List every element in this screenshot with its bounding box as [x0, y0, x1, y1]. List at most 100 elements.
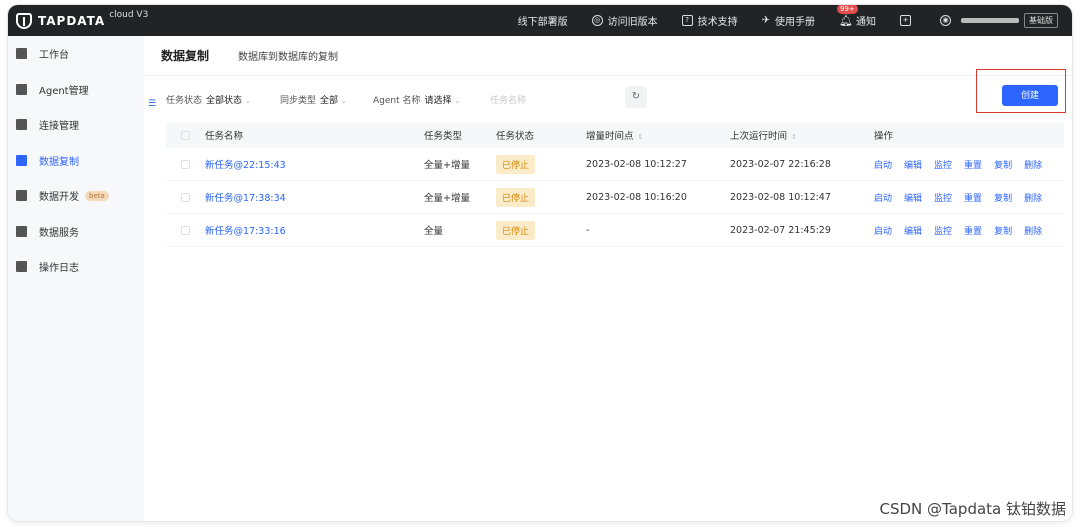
table-header: 任务名称 任务类型 任务状态 增量时间点 ⇕ 上次运行时间 ⇕ 操作 [166, 122, 1064, 148]
row-checkbox-cell [166, 192, 205, 202]
notification-button[interactable]: 🔔︎ 99+ 通知 [837, 5, 876, 28]
task-name-search-input[interactable]: 任务名称 [490, 93, 590, 106]
help-icon: ? [681, 15, 693, 26]
status-badge: 已停止 [496, 154, 536, 174]
edit-button[interactable]: 编辑 [904, 158, 922, 171]
zoom-button[interactable]: + [900, 15, 916, 26]
replication-icon [16, 154, 27, 166]
task-table: 任务名称 任务类型 任务状态 增量时间点 ⇕ 上次运行时间 ⇕ 操作 新任务@22:… [166, 122, 1064, 247]
refresh-icon[interactable]: ↻ [625, 86, 647, 108]
manual-label: 使用手册 [775, 17, 816, 28]
last-run-time: 2023-02-08 10:12:47 [730, 191, 831, 203]
header-last-run[interactable]: 上次运行时间 ⇕ [730, 128, 874, 142]
task-name-link[interactable]: 新任务@22:15:43 [205, 157, 424, 171]
support-link[interactable]: ? 技术支持 [681, 13, 738, 28]
sidebar-item-logs[interactable]: 操作日志 [8, 249, 144, 285]
monitor-button[interactable]: 监控 [934, 158, 952, 171]
delete-button[interactable]: 删除 [1024, 191, 1042, 204]
header-checkbox-cell [166, 130, 205, 140]
task-type: 全量+增量 [424, 160, 470, 171]
row-actions: 启动 编辑 监控 重置 复制 删除 [874, 158, 1064, 171]
row-checkbox[interactable] [181, 192, 190, 202]
header-status: 任务状态 [496, 131, 535, 142]
header-name: 任务名称 [205, 131, 244, 142]
user-menu[interactable]: ◉ 基础版 [940, 13, 1058, 28]
reset-button[interactable]: 重置 [964, 191, 982, 204]
reset-button[interactable]: 重置 [964, 158, 982, 171]
header-incremental[interactable]: 增量时间点 ⇕ [586, 128, 730, 142]
logo-sub: cloud V3 [109, 9, 149, 20]
copy-button[interactable]: 复制 [994, 191, 1012, 204]
header-incremental-label: 增量时间点 [586, 131, 634, 142]
row-checkbox[interactable] [181, 159, 190, 169]
edit-button[interactable]: 编辑 [904, 191, 922, 204]
agent-filter-label: Agent 名称 [373, 96, 421, 106]
offline-deploy-label: 线下部署版 [517, 17, 568, 28]
collapse-icon[interactable]: ☰ [148, 99, 156, 109]
logo-text: TAPDATA [38, 13, 106, 28]
create-button[interactable]: 创建 [1002, 85, 1058, 106]
user-icon: ◉ [940, 15, 951, 26]
connection-icon [16, 119, 27, 131]
tapdata-logo-icon [16, 12, 32, 29]
page-subtitle: 数据库到数据库的复制 [238, 52, 339, 63]
sidebar-item-replication[interactable]: 数据复制 [8, 143, 144, 179]
edit-button[interactable]: 编辑 [904, 224, 922, 237]
last-run-time: 2023-02-07 22:16:28 [730, 158, 831, 170]
manual-link[interactable]: ✈ 使用手册 [762, 13, 815, 28]
filter-bar: ☰ 任务状态 全部状态 ⌄ 同步类型 全部 ⌄ Agent 名称 请选择 ⌄ 任务名称 ↻ [144, 76, 1072, 122]
beta-badge: beta [85, 190, 109, 201]
incremental-time: 2023-02-08 10:12:27 [586, 158, 687, 170]
sidebar-item-label: 操作日志 [39, 263, 79, 275]
status-filter-label: 任务状态 [166, 96, 203, 106]
row-checkbox[interactable] [181, 225, 190, 235]
notification-label: 通知 [856, 17, 876, 28]
sidebar-item-label: Agent管理 [39, 85, 89, 97]
table-row: 新任务@17:33:16 全量 已停止 - 2023-02-07 21:45:2… [166, 214, 1064, 247]
copy-button[interactable]: 复制 [994, 158, 1012, 171]
agent-filter[interactable]: Agent 名称 请选择 ⌄ [373, 93, 460, 106]
start-button[interactable]: 启动 [874, 158, 892, 171]
task-name-link[interactable]: 新任务@17:38:34 [205, 190, 424, 204]
offline-deploy-link[interactable]: 线下部署版 [518, 13, 568, 28]
monitor-button[interactable]: 监控 [934, 224, 952, 237]
user-name-redacted [961, 18, 1019, 23]
select-all-checkbox[interactable] [181, 130, 190, 140]
page-header: 数据复制 数据库到数据库的复制 [144, 36, 1072, 76]
sync-type-filter-value: 全部 [320, 96, 339, 106]
header-last-run-label: 上次运行时间 [730, 131, 788, 142]
sort-icon[interactable]: ⇕ [638, 133, 644, 141]
sync-type-filter-label: 同步类型 [280, 96, 317, 106]
task-type: 全量+增量 [424, 193, 470, 204]
start-button[interactable]: 启动 [874, 224, 892, 237]
app-window: TAPDATA cloud V3 线下部署版 ◎ 访问旧版本 ? 技术支持 ✈ … [8, 5, 1072, 521]
sidebar-item-development[interactable]: 数据开发 beta [8, 178, 144, 214]
delete-button[interactable]: 删除 [1024, 224, 1042, 237]
status-badge: 已停止 [496, 220, 536, 240]
monitor-button[interactable]: 监控 [934, 191, 952, 204]
table-row: 新任务@22:15:43 全量+增量 已停止 2023-02-08 10:12:… [166, 148, 1064, 181]
sort-icon[interactable]: ⇕ [791, 133, 797, 141]
old-version-link[interactable]: ◎ 访问旧版本 [591, 13, 658, 28]
sidebar-item-label: 数据开发 [39, 192, 79, 204]
delete-button[interactable]: 删除 [1024, 158, 1042, 171]
reset-button[interactable]: 重置 [964, 224, 982, 237]
task-type: 全量 [424, 226, 444, 237]
sidebar-item-connections[interactable]: 连接管理 [8, 107, 144, 143]
support-label: 技术支持 [697, 17, 738, 28]
sidebar-item-workbench[interactable]: 工作台 [8, 36, 144, 72]
row-checkbox-cell [166, 159, 205, 169]
watermark: CSDN @Tapdata 钛铂数据 [879, 500, 1066, 518]
sidebar-item-agent[interactable]: Agent管理 [8, 72, 144, 108]
chevron-down-icon: ⌄ [341, 97, 347, 105]
edition-badge: 基础版 [1024, 13, 1058, 28]
start-button[interactable]: 启动 [874, 191, 892, 204]
chevron-down-icon: ⌄ [454, 97, 461, 105]
sync-type-filter[interactable]: 同步类型 全部 ⌄ [280, 93, 347, 106]
status-filter[interactable]: 任务状态 全部状态 ⌄ [166, 93, 251, 106]
sidebar-item-service[interactable]: 数据服务 [8, 214, 144, 250]
last-run-time: 2023-02-07 21:45:29 [730, 224, 831, 236]
copy-button[interactable]: 复制 [994, 224, 1012, 237]
task-name-link[interactable]: 新任务@17:33:16 [205, 223, 424, 237]
logo[interactable]: TAPDATA cloud V3 [16, 8, 148, 33]
